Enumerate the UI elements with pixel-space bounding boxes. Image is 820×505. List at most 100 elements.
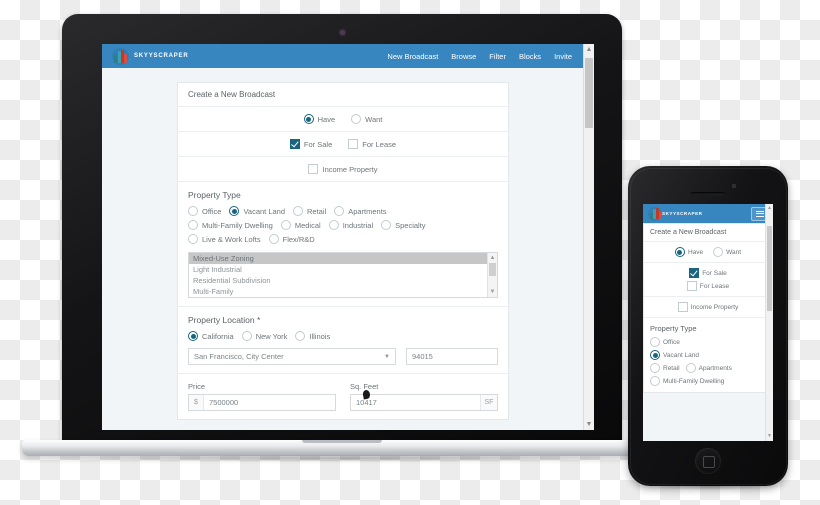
radio-illinois[interactable]: Illinois: [295, 331, 330, 341]
phone-radio-have[interactable]: Have: [674, 247, 703, 257]
property-type-title: Property Type: [188, 190, 241, 200]
radio-industrial[interactable]: Industrial: [328, 220, 374, 230]
radio-california[interactable]: California: [188, 331, 234, 341]
phone-checkbox-income-property[interactable]: Income Property: [677, 302, 739, 312]
radio-medical[interactable]: Medical: [280, 220, 321, 230]
radio-retail[interactable]: Retail: [293, 206, 326, 216]
city-select[interactable]: San Francisco, City Center ▼: [188, 348, 396, 365]
brand-logo[interactable]: SKYYSCRAPER: [112, 47, 188, 65]
phone-property-type-title: Property Type: [650, 324, 697, 333]
phone-radio-retail-icon: [650, 363, 660, 373]
phone-broadcast-form-card: Create a New Broadcast Have Want For Sal…: [643, 223, 773, 393]
app-page: Create a New Broadcast Have Want For Sal…: [102, 68, 584, 430]
app-navbar: SKYYSCRAPER New Broadcast Browse Filter …: [102, 44, 594, 68]
list-item[interactable]: Residential Subdivision: [189, 275, 497, 286]
phone-radio-want[interactable]: Want: [713, 247, 741, 257]
phone-screen: SKYYSCRAPER Create a New Broadcast Have …: [643, 204, 773, 441]
phone-checkbox-income-property-label: Income Property: [690, 303, 739, 311]
phone-checkbox-for-sale-label: For Sale: [702, 269, 727, 277]
page-scrollbar[interactable]: ▲ ▼: [583, 44, 594, 430]
list-item[interactable]: Multi-Family: [189, 286, 497, 297]
checkbox-for-sale[interactable]: For Sale: [289, 139, 332, 149]
phone-radio-retail[interactable]: Retail: [650, 363, 680, 373]
phone-checkbox-for-lease-label: For Lease: [699, 282, 730, 290]
phone-radio-vacant-land-label: Vacant Land: [663, 351, 700, 359]
radio-vacant-land-label: Vacant Land: [243, 206, 286, 216]
radio-have-icon: [303, 114, 314, 124]
radio-industrial-label: Industrial: [342, 220, 374, 230]
page-scrollbar-thumb[interactable]: [585, 58, 593, 128]
phone-radio-office[interactable]: Office: [650, 337, 766, 347]
skyscraper-logo-icon: [112, 47, 129, 65]
form-title: Create a New Broadcast: [178, 83, 508, 107]
phone-radio-multi-family-dwelling[interactable]: Multi-Family Dwelling: [650, 376, 766, 386]
nav-link-filter[interactable]: Filter: [489, 52, 506, 61]
phone-navbar: SKYYSCRAPER: [643, 204, 773, 223]
radio-apartments[interactable]: Apartments: [334, 206, 387, 216]
listing-intent-row: Have Want: [178, 107, 508, 132]
phone-scroll-up-icon[interactable]: ▲: [766, 205, 773, 212]
radio-multi-family-dwelling[interactable]: Multi-Family Dwelling: [188, 220, 273, 230]
price-input[interactable]: $ 7500000: [188, 394, 336, 411]
radio-specialty[interactable]: Specialty: [381, 220, 426, 230]
phone-checkbox-income-property-icon: [677, 302, 688, 312]
phone-home-button[interactable]: [695, 448, 721, 474]
radio-want[interactable]: Want: [351, 114, 382, 124]
list-item[interactable]: Light Industrial: [189, 264, 497, 275]
webcam-icon: [339, 30, 345, 35]
checkbox-for-lease-icon: [348, 139, 359, 149]
chevron-down-icon: ▼: [384, 353, 390, 360]
laptop-screen: SKYYSCRAPER New Broadcast Browse Filter …: [102, 44, 594, 430]
phone-income-property-row: Income Property: [644, 297, 772, 318]
listbox-scrollbar[interactable]: ▲ ▼: [487, 253, 497, 297]
page-scroll-up-icon[interactable]: ▲: [584, 44, 594, 55]
scrollbar-thumb[interactable]: [489, 263, 496, 276]
radio-live-work-lofts[interactable]: Live & Work Lofts: [188, 234, 261, 244]
checkbox-for-lease[interactable]: For Lease: [348, 139, 396, 149]
phone-brand-name: SKYYSCRAPER: [662, 211, 703, 216]
currency-symbol-icon: $: [189, 395, 204, 410]
nav-link-browse[interactable]: Browse: [451, 52, 476, 61]
phone-radio-have-icon: [674, 247, 685, 257]
phone-listing-intent-row: Have Want: [644, 242, 772, 263]
property-subtype-listbox[interactable]: Mixed-Use Zoning Light Industrial Reside…: [188, 252, 498, 298]
list-item[interactable]: Mixed-Use Zoning: [189, 253, 497, 264]
phone-checkbox-for-lease[interactable]: For Lease: [686, 281, 730, 291]
phone-radio-apartments-icon: [685, 363, 696, 373]
broadcast-form-card: Create a New Broadcast Have Want For Sal…: [177, 82, 509, 420]
state-options: California New York Illinois: [188, 331, 448, 341]
property-type-options: Office Vacant Land Retail Apartments Mul…: [188, 206, 448, 244]
phone-scrollbar-thumb[interactable]: [767, 226, 772, 311]
scroll-up-arrow-icon[interactable]: ▲: [488, 254, 497, 262]
phone-device: SKYYSCRAPER Create a New Broadcast Have …: [628, 166, 788, 486]
radio-new-york[interactable]: New York: [241, 331, 287, 341]
nav-link-new-broadcast[interactable]: New Broadcast: [387, 52, 438, 61]
nav-link-blocks[interactable]: Blocks: [519, 52, 541, 61]
property-location-title: Property Location *: [188, 315, 261, 325]
phone-radio-vacant-land-icon: [650, 350, 660, 360]
page-scroll-down-icon[interactable]: ▼: [584, 419, 594, 430]
laptop-device: SKYYSCRAPER New Broadcast Browse Filter …: [62, 14, 622, 446]
radio-medical-icon: [280, 220, 291, 230]
radio-apartments-label: Apartments: [348, 206, 387, 216]
laptop-shadow: [30, 455, 655, 462]
phone-property-type-section: Property Type Office Vacant Land Retail …: [644, 318, 772, 392]
radio-office[interactable]: Office: [188, 206, 221, 216]
radio-vacant-land[interactable]: Vacant Land: [229, 206, 285, 216]
sq-feet-input[interactable]: 10417 SF: [350, 394, 498, 411]
zip-input[interactable]: 94015: [406, 348, 498, 365]
phone-radio-want-icon: [713, 247, 724, 257]
phone-radio-apartments[interactable]: Apartments: [685, 363, 732, 373]
phone-scroll-down-icon[interactable]: ▼: [766, 433, 773, 440]
radio-medical-label: Medical: [294, 220, 321, 230]
scroll-down-arrow-icon[interactable]: ▼: [488, 288, 497, 296]
checkbox-income-property-label: Income Property: [322, 164, 378, 174]
phone-radio-office-label: Office: [663, 338, 680, 346]
radio-have[interactable]: Have: [303, 114, 335, 124]
checkbox-income-property[interactable]: Income Property: [308, 164, 378, 174]
phone-radio-vacant-land[interactable]: Vacant Land: [650, 350, 766, 360]
phone-checkbox-for-sale[interactable]: For Sale: [689, 268, 727, 278]
phone-scrollbar[interactable]: ▲ ▼: [765, 204, 773, 441]
nav-link-invite[interactable]: Invite: [554, 52, 572, 61]
radio-flex-rd[interactable]: Flex/R&D: [268, 234, 315, 244]
